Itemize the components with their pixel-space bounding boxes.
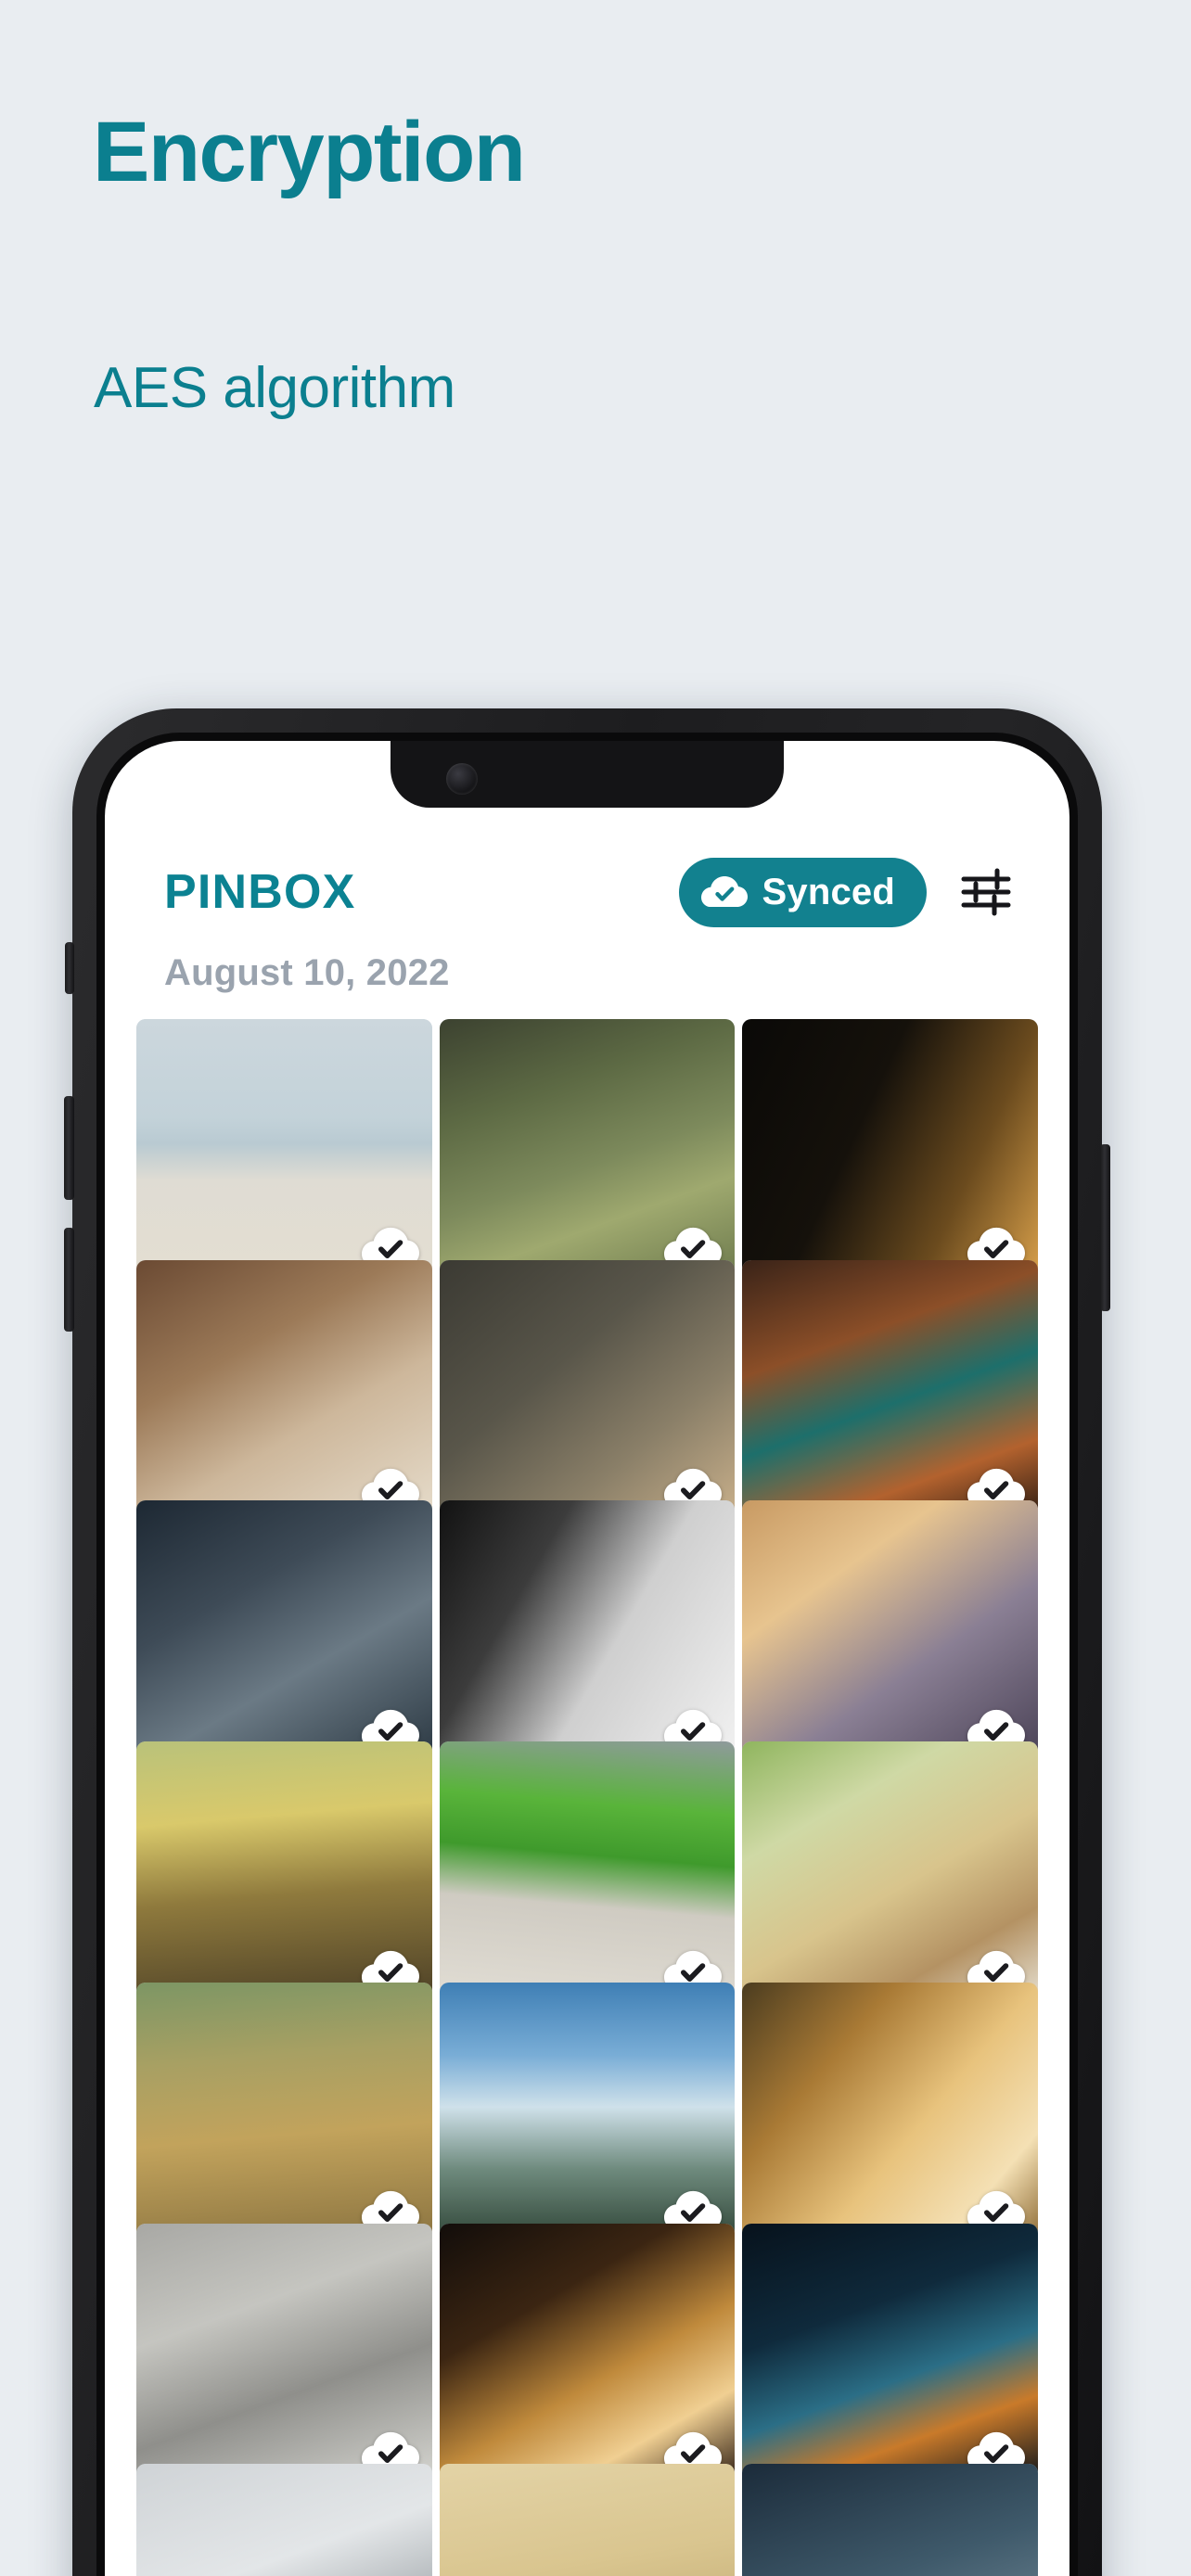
photo-tile[interactable] bbox=[136, 1259, 432, 1521]
photo-tile[interactable] bbox=[742, 1982, 1038, 2243]
photo-tile[interactable] bbox=[742, 2464, 1038, 2576]
sync-status-badge[interactable]: Synced bbox=[678, 857, 927, 927]
phone-volume-down-button[interactable] bbox=[64, 1228, 74, 1332]
page-subtitle: AES algorithm bbox=[94, 356, 455, 420]
photo-thumbnail bbox=[136, 2464, 432, 2576]
photo-tile[interactable] bbox=[439, 2464, 736, 2576]
app-brand-title: PINBOX bbox=[164, 865, 356, 919]
photo-tile[interactable] bbox=[136, 2223, 432, 2483]
tune-sliders-icon[interactable] bbox=[960, 866, 1012, 918]
photo-tile[interactable] bbox=[439, 1500, 736, 1761]
phone-power-button[interactable] bbox=[1100, 1144, 1110, 1311]
photo-tile[interactable] bbox=[742, 1259, 1038, 1521]
photo-tile[interactable] bbox=[136, 1500, 432, 1761]
photo-tile[interactable] bbox=[439, 1259, 736, 1521]
date-section-heading: August 10, 2022 bbox=[164, 952, 450, 993]
photo-tile[interactable] bbox=[439, 1019, 736, 1280]
app-header: PINBOX Synced bbox=[105, 837, 1069, 947]
photo-tile[interactable] bbox=[742, 1500, 1038, 1761]
photo-tile[interactable] bbox=[439, 2223, 736, 2483]
photo-tile[interactable] bbox=[742, 1741, 1038, 2002]
photo-tile[interactable] bbox=[742, 1019, 1038, 1280]
photo-tile[interactable] bbox=[136, 2464, 432, 2576]
photo-grid bbox=[136, 1019, 1038, 2576]
photo-tile[interactable] bbox=[742, 2223, 1038, 2483]
phone-screen: PINBOX Synced August 10, 2022 bbox=[105, 741, 1069, 2576]
cloud-check-icon bbox=[700, 876, 748, 907]
front-camera-icon bbox=[446, 763, 478, 795]
photo-tile[interactable] bbox=[136, 1019, 432, 1280]
photo-thumbnail bbox=[742, 2464, 1038, 2576]
photo-tile[interactable] bbox=[136, 1982, 432, 2243]
page-title: Encryption bbox=[93, 105, 526, 199]
sync-status-label: Synced bbox=[762, 871, 895, 912]
phone-mockup: PINBOX Synced August 10, 2022 bbox=[64, 708, 1110, 2576]
photo-tile[interactable] bbox=[439, 1741, 736, 2002]
phone-notch bbox=[391, 741, 784, 808]
photo-thumbnail bbox=[439, 2464, 736, 2576]
phone-bezel: PINBOX Synced August 10, 2022 bbox=[96, 733, 1078, 2576]
photo-tile[interactable] bbox=[136, 1741, 432, 2002]
promo-screenshot: Encryption AES algorithm PINBOX Synced A… bbox=[0, 0, 1191, 2576]
phone-mute-switch[interactable] bbox=[65, 942, 74, 994]
phone-volume-up-button[interactable] bbox=[64, 1096, 74, 1200]
photo-tile[interactable] bbox=[439, 1982, 736, 2243]
